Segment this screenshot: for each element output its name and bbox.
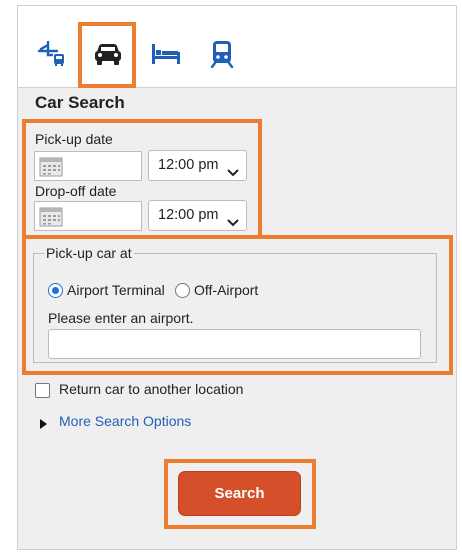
dropoff-time-select[interactable]: 12:00 pm bbox=[148, 200, 247, 231]
more-search-options-link[interactable]: More Search Options bbox=[59, 413, 191, 429]
pickup-location-legend: Pick-up car at bbox=[44, 245, 134, 261]
airport-terminal-label[interactable]: Airport Terminal bbox=[67, 282, 165, 298]
chevron-down-icon bbox=[227, 160, 239, 189]
bed-icon bbox=[150, 42, 182, 66]
dropoff-date-label: Drop-off date bbox=[35, 183, 117, 199]
search-button[interactable]: Search bbox=[178, 471, 301, 516]
dropoff-time-value: 12:00 pm bbox=[158, 207, 219, 223]
tab-flights[interactable] bbox=[24, 26, 80, 82]
chevron-down-icon bbox=[227, 210, 239, 239]
airport-input-label: Please enter an airport. bbox=[48, 310, 194, 326]
tab-cars[interactable] bbox=[78, 22, 136, 88]
car-icon bbox=[93, 42, 123, 66]
train-icon bbox=[210, 40, 234, 68]
pickup-date-input[interactable] bbox=[34, 151, 142, 181]
pickup-date-label: Pick-up date bbox=[35, 131, 113, 147]
section-title: Car Search bbox=[35, 93, 125, 112]
expand-caret-icon[interactable] bbox=[40, 419, 47, 429]
calendar-icon[interactable] bbox=[39, 207, 63, 227]
pickup-time-select[interactable]: 12:00 pm bbox=[148, 150, 247, 181]
airport-input[interactable] bbox=[48, 329, 421, 359]
car-search-panel: Car Search Pick-up date 12:00 pm Drop-of… bbox=[17, 5, 457, 550]
return-elsewhere-checkbox[interactable] bbox=[35, 383, 50, 398]
tab-rail[interactable] bbox=[194, 26, 250, 82]
return-elsewhere-label[interactable]: Return car to another location bbox=[59, 381, 243, 397]
travel-type-tabbar bbox=[18, 6, 456, 88]
tab-hotels[interactable] bbox=[138, 26, 194, 82]
pickup-time-value: 12:00 pm bbox=[158, 157, 219, 173]
pickup-location-fieldset: Pick-up car at Airport Terminal Off-Airp… bbox=[33, 245, 437, 363]
off-airport-label[interactable]: Off-Airport bbox=[194, 282, 258, 298]
calendar-icon[interactable] bbox=[39, 157, 63, 177]
dropoff-date-input[interactable] bbox=[34, 201, 142, 231]
off-airport-radio[interactable] bbox=[175, 283, 190, 298]
flight-hotel-icon bbox=[37, 41, 67, 67]
airport-terminal-radio[interactable] bbox=[48, 283, 63, 298]
